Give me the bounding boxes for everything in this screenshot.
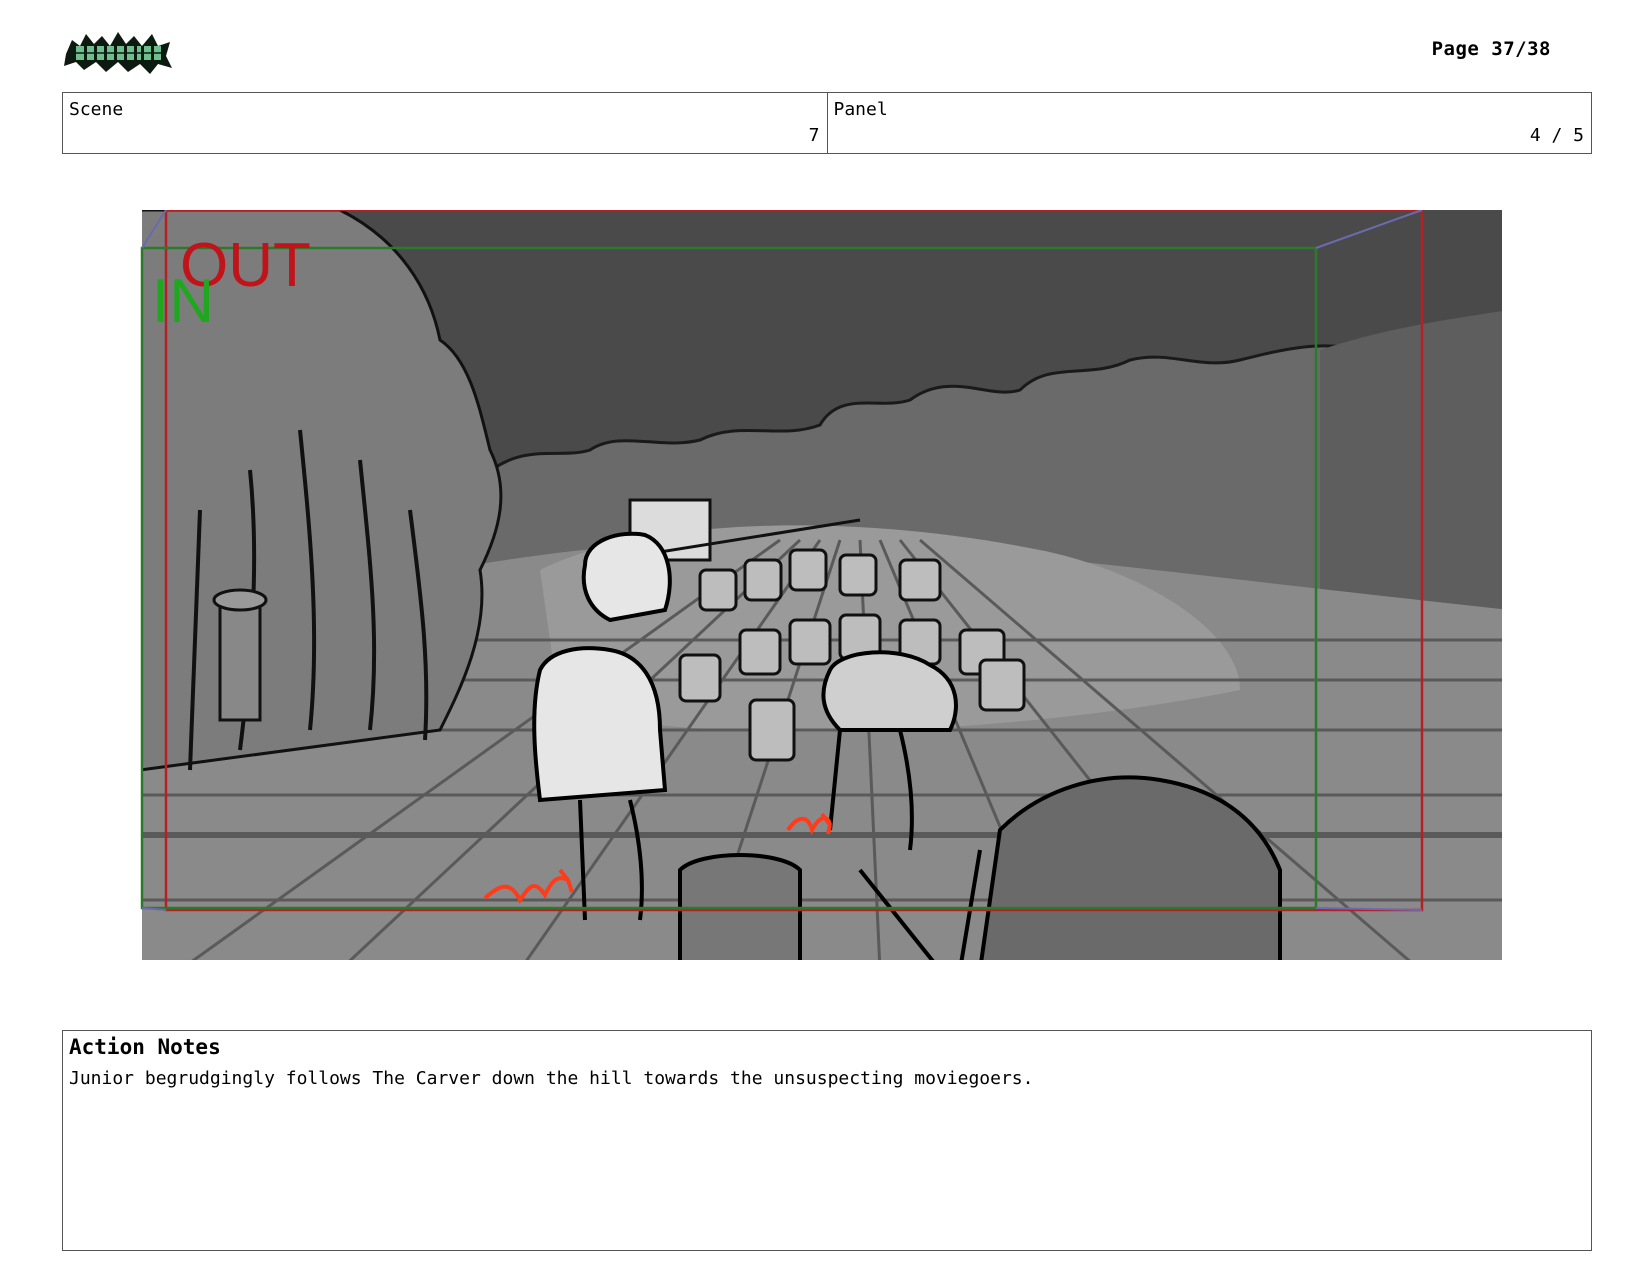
panel-label: Panel [833, 99, 888, 120]
panel-cell: Panel 4 / 5 [826, 93, 1592, 153]
tree-stump [212, 588, 268, 722]
scene-label: Scene [69, 99, 124, 120]
page-number: Page 37/38 [1431, 38, 1551, 60]
foreground-stump [678, 853, 802, 960]
panel-value: 4 / 5 [1529, 125, 1584, 146]
scene-value: 7 [808, 125, 820, 146]
offspring-logo [64, 32, 172, 74]
action-notes: Action Notes Junior begrudgingly follows… [62, 1030, 1592, 1251]
scene-panel-table: Scene 7 Panel 4 / 5 [62, 92, 1592, 154]
action-notes-text: Junior begrudgingly follows The Carver d… [69, 1068, 1034, 1089]
in-label: IN [152, 267, 214, 336]
scene-cell: Scene 7 [63, 93, 827, 153]
action-notes-title: Action Notes [69, 1035, 221, 1059]
storyboard-panel-image: OUT IN [140, 210, 1502, 960]
